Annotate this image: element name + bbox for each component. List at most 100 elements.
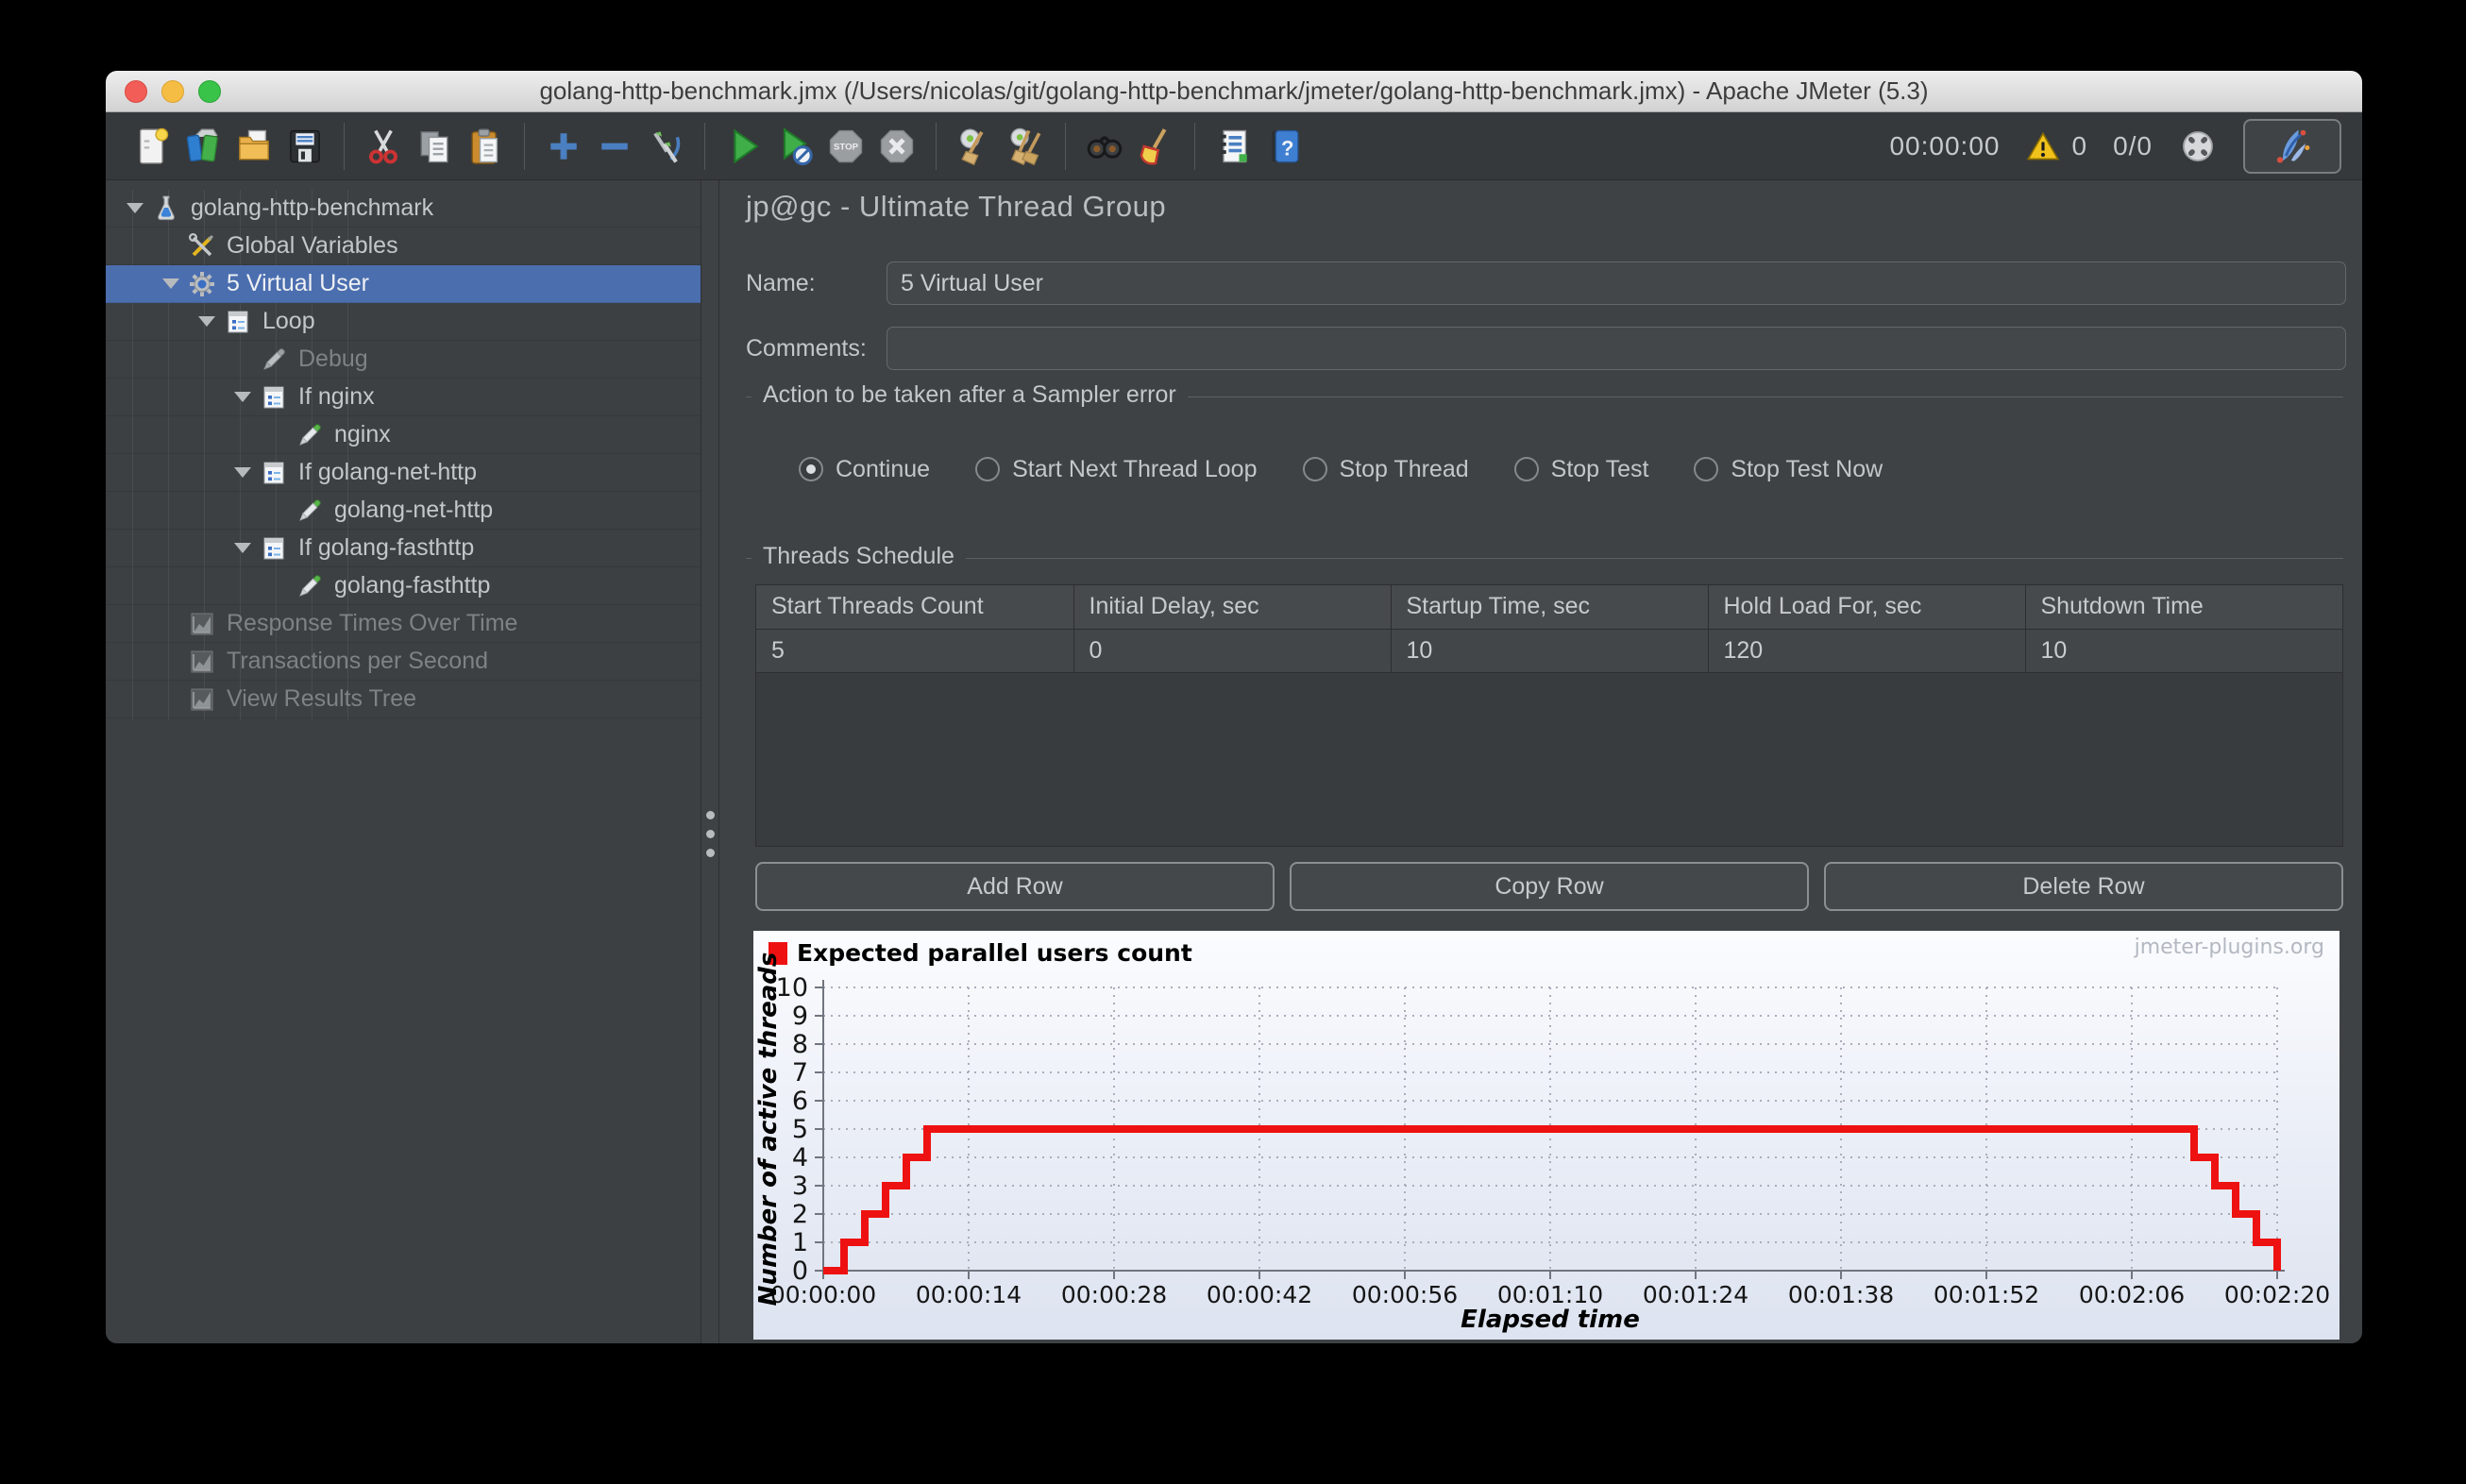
schedule-cell[interactable]: 10	[1390, 628, 1709, 673]
tree-node-global-variables[interactable]: Global Variables	[106, 228, 701, 265]
active-threads-counter: 0/0	[2113, 130, 2153, 160]
collapse-node-toggle[interactable]	[191, 316, 223, 327]
start-no-pauses-button[interactable]	[769, 119, 820, 174]
templates-button[interactable]	[177, 119, 228, 174]
x-tick-label: 00:02:20	[2224, 1281, 2330, 1308]
y-tick-label: 5	[792, 1115, 808, 1144]
x-tick-label: 00:01:52	[1934, 1281, 2039, 1308]
elapsed-timer: 00:00:00	[1889, 130, 2001, 160]
schedule-column-header: Shutdown Time	[2024, 585, 2342, 630]
chart-canvas: 01234567891000:00:00 00:00:14 00:00:28 00:0…	[754, 936, 2330, 1334]
zoom-window-button[interactable]	[198, 79, 221, 103]
threads-schedule-table[interactable]: Start Threads Count Initial Delay, sec Sta…	[755, 584, 2343, 847]
collapse-all-button[interactable]	[589, 119, 640, 174]
tree-node-label: golang-http-benchmark	[191, 194, 434, 221]
delete-row-button[interactable]: Delete Row	[1824, 862, 2343, 911]
schedule-cell[interactable]: 5	[756, 628, 1074, 673]
tree-node-debug[interactable]: Debug	[106, 341, 701, 379]
copy-row-button[interactable]: Copy Row	[1290, 862, 1809, 911]
expand-all-button[interactable]	[538, 119, 589, 174]
start-button[interactable]	[718, 119, 769, 174]
tree-node-if-golang-fasthttp[interactable]: If golang-fasthttp	[106, 530, 701, 567]
test-plan-icon	[151, 194, 181, 224]
toolbar-separator	[524, 122, 525, 170]
tree-node-golang-http-benchmark[interactable]: golang-http-benchmark	[106, 190, 701, 228]
comments-input[interactable]	[887, 327, 2346, 370]
radio-button-icon	[975, 457, 1001, 481]
radio-stop-thread[interactable]: Stop Thread	[1302, 456, 1469, 483]
schedule-row[interactable]: 5 0 10 120 10	[756, 628, 2342, 673]
collapse-node-toggle[interactable]	[155, 278, 187, 289]
tree-node-label: If nginx	[298, 383, 375, 410]
window-controls	[125, 71, 221, 111]
new-file-button[interactable]	[127, 119, 177, 174]
splitter-handle[interactable]	[701, 180, 719, 1343]
open-file-button[interactable]	[228, 119, 279, 174]
tree-node-label: golang-net-http	[334, 497, 494, 523]
function-helper-button[interactable]	[1208, 119, 1259, 174]
tree-node-label: If golang-fasthttp	[298, 534, 475, 561]
desktop-background: golang-http-benchmark.jmx (/Users/nicola…	[0, 0, 2466, 1484]
schedule-cell[interactable]: 10	[2024, 628, 2342, 673]
tree-node-5-virtual-user[interactable]: 5 Virtual User	[106, 265, 701, 303]
arguments-icon	[187, 231, 217, 261]
collapse-node-toggle[interactable]	[227, 467, 259, 478]
add-row-button[interactable]: Add Row	[755, 862, 1275, 911]
tree-node-response-times-over-time[interactable]: Response Times Over Time	[106, 605, 701, 643]
open-file-icon	[233, 126, 275, 167]
x-tick-label: 00:01:24	[1643, 1281, 1748, 1308]
y-tick-label: 2	[792, 1200, 808, 1229]
search-reset-button[interactable]	[1130, 119, 1181, 174]
radio-stop-test-now[interactable]: Stop Test Now	[1694, 456, 1883, 483]
toolbar-buttons: STOP?	[127, 119, 1310, 174]
tree-node-nginx[interactable]: nginx	[106, 416, 701, 454]
x-tick-label: 00:00:00	[770, 1281, 876, 1308]
tree-node-loop[interactable]: Loop	[106, 303, 701, 341]
cut-button[interactable]	[358, 119, 409, 174]
clear-icon	[954, 126, 996, 167]
log-warnings-indicator[interactable]: 0	[2026, 129, 2086, 163]
collapse-node-toggle[interactable]	[119, 203, 151, 213]
sampler-disabled-icon	[259, 345, 289, 375]
clear-all-button[interactable]	[1001, 119, 1052, 174]
svg-text:?: ?	[1281, 136, 1293, 160]
name-input[interactable]: 5 Virtual User	[887, 261, 2346, 305]
search-button[interactable]	[1079, 119, 1130, 174]
schedule-header-row: Start Threads Count Initial Delay, sec Sta…	[756, 585, 2342, 630]
collapse-node-toggle[interactable]	[227, 392, 259, 402]
copy-button[interactable]	[409, 119, 460, 174]
jmeter-logo-icon	[2276, 128, 2310, 163]
toggle-icon	[645, 126, 686, 167]
jmeter-logo-button[interactable]	[2243, 118, 2341, 174]
new-file-icon	[131, 126, 173, 167]
radio-continue[interactable]: Continue	[799, 456, 930, 483]
row-buttons: Add Row Copy Row Delete Row	[755, 862, 2343, 911]
clear-button[interactable]	[950, 119, 1001, 174]
tree-node-golang-fasthttp[interactable]: golang-fasthttp	[106, 567, 701, 605]
help-button[interactable]: ?	[1259, 119, 1310, 174]
sampler-icon	[295, 571, 325, 601]
controller-icon	[259, 382, 289, 413]
tree-node-golang-net-http[interactable]: golang-net-http	[106, 492, 701, 530]
tree-node-if-nginx[interactable]: If nginx	[106, 379, 701, 416]
toolbar-separator	[1194, 122, 1195, 170]
tree-node-view-results-tree[interactable]: View Results Tree	[106, 681, 701, 718]
collapse-node-toggle[interactable]	[227, 543, 259, 553]
save-button[interactable]	[279, 119, 330, 174]
radio-button-icon	[799, 457, 823, 481]
search-icon	[1084, 126, 1125, 167]
paste-button[interactable]	[460, 119, 511, 174]
x-axis-title: Elapsed time	[1461, 1306, 1640, 1334]
jmeter-window: golang-http-benchmark.jmx (/Users/nicola…	[106, 71, 2362, 1343]
close-window-button[interactable]	[125, 79, 147, 103]
schedule-cell[interactable]: 0	[1073, 628, 1392, 673]
window-titlebar[interactable]: golang-http-benchmark.jmx (/Users/nicola…	[106, 71, 2362, 112]
radio-start-next-thread-loop[interactable]: Start Next Thread Loop	[975, 456, 1258, 483]
minimize-window-button[interactable]	[161, 79, 184, 103]
toggle-button[interactable]	[640, 119, 691, 174]
schedule-cell[interactable]: 120	[1707, 628, 2026, 673]
radio-stop-test[interactable]: Stop Test	[1513, 456, 1648, 483]
x-tick-label: 00:00:28	[1061, 1281, 1167, 1308]
tree-node-if-golang-net-http[interactable]: If golang-net-http	[106, 454, 701, 492]
tree-node-transactions-per-second[interactable]: Transactions per Second	[106, 643, 701, 681]
